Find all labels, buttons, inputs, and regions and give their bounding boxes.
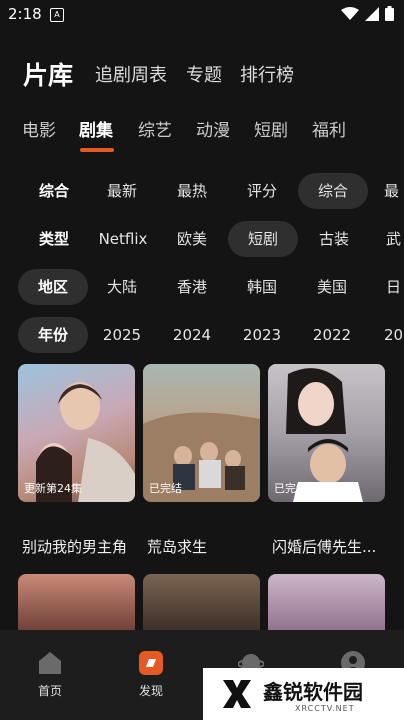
category-tabs: 电影 剧集 综艺 动漫 短剧 福利: [0, 118, 404, 154]
filter-year-option[interactable]: 20: [384, 317, 404, 353]
poster-image: 已完结: [143, 364, 260, 502]
filter-type-option[interactable]: 欧美: [162, 221, 222, 257]
tab-welfare[interactable]: 福利: [312, 118, 346, 144]
poster-image: [18, 574, 135, 634]
filter-region-option[interactable]: 韩国: [232, 269, 292, 305]
tab-series[interactable]: 剧集: [79, 118, 113, 144]
top-nav: 片库 追剧周表 专题 排行榜: [0, 58, 404, 98]
nav-home[interactable]: 首页: [20, 650, 80, 699]
watermark-logo-icon: [223, 680, 251, 708]
signal-icon: [365, 6, 379, 21]
status-badge: 已完结: [274, 482, 307, 495]
battery-icon: [385, 6, 394, 21]
nav-discover[interactable]: 发现: [121, 650, 181, 699]
filter-type-option[interactable]: 古装: [304, 221, 364, 257]
tab-movies[interactable]: 电影: [22, 118, 56, 144]
filter-sort-option[interactable]: 最热: [162, 173, 222, 209]
filter-year-option[interactable]: 2023: [232, 317, 292, 353]
poster-image: [268, 574, 385, 634]
filter-type-option-selected[interactable]: 短剧: [228, 221, 298, 257]
filter-sort-option-selected[interactable]: 综合: [298, 173, 368, 209]
filter-type-option[interactable]: Netflix: [92, 221, 154, 257]
filter-region-option[interactable]: 日: [386, 269, 404, 305]
show-title: 闪婚后傅先生...: [272, 538, 377, 556]
filter-year-option[interactable]: 2024: [162, 317, 222, 353]
filter-year-label: 年份: [18, 317, 88, 353]
tab-variety[interactable]: 综艺: [138, 118, 172, 144]
tab-anime[interactable]: 动漫: [196, 118, 230, 144]
topnav-schedule[interactable]: 追剧周表: [95, 58, 167, 94]
filter-region-label: 地区: [18, 269, 88, 305]
episode-badge: 更新第24集: [24, 482, 82, 495]
filter-sort-label: 综合: [38, 182, 69, 200]
poster-image: [143, 574, 260, 634]
status-bar: 2:18 A: [0, 0, 404, 30]
status-time: 2:18: [8, 5, 42, 23]
filter-row-type: 类型 Netflix 欧美 短剧 古装 武: [0, 221, 404, 257]
notification-icon: A: [50, 8, 64, 22]
system-icons: [341, 6, 394, 21]
filter-sort-option[interactable]: 最新: [92, 173, 152, 209]
poster-image: 已完结: [268, 364, 385, 502]
nav-home-label: 首页: [37, 684, 62, 698]
show-title: 别动我的男主角: [22, 538, 128, 556]
filter-sort-option[interactable]: 最: [384, 173, 404, 209]
filter-type-label: 类型: [38, 230, 69, 248]
filter-row-sort: 综合 最新 最热 评分 综合 最: [0, 173, 404, 209]
filter-row-year: 年份 2025 2024 2023 2022 20: [0, 317, 404, 353]
active-tab-underline: [80, 148, 114, 152]
wifi-icon: [341, 6, 359, 20]
topnav-topics[interactable]: 专题: [186, 58, 222, 94]
filter-region-option[interactable]: 大陆: [92, 269, 152, 305]
home-icon: [39, 652, 61, 674]
watermark-text: 鑫锐软件园: [263, 680, 363, 704]
filter-region-option[interactable]: 香港: [162, 269, 222, 305]
show-title: 荒岛求生: [147, 538, 208, 556]
library-title[interactable]: 片库: [23, 58, 73, 94]
tab-short-drama[interactable]: 短剧: [254, 118, 288, 144]
filter-region-option[interactable]: 美国: [302, 269, 362, 305]
status-badge: 已完结: [149, 482, 182, 495]
filter-year-option[interactable]: 2025: [92, 317, 152, 353]
watermark: 鑫锐软件园 XRCCTV.NET: [203, 668, 404, 720]
poster-image: 更新第24集: [18, 364, 135, 502]
topnav-ranking[interactable]: 排行榜: [240, 58, 294, 94]
watermark-subtext: XRCCTV.NET: [295, 704, 355, 713]
nav-discover-label: 发现: [138, 684, 163, 698]
filter-row-region: 地区 大陆 香港 韩国 美国 日: [0, 269, 404, 305]
discover-icon: [139, 651, 163, 675]
filter-sort-option[interactable]: 评分: [232, 173, 292, 209]
filter-type-option[interactable]: 武: [386, 221, 404, 257]
filter-year-option[interactable]: 2022: [302, 317, 362, 353]
